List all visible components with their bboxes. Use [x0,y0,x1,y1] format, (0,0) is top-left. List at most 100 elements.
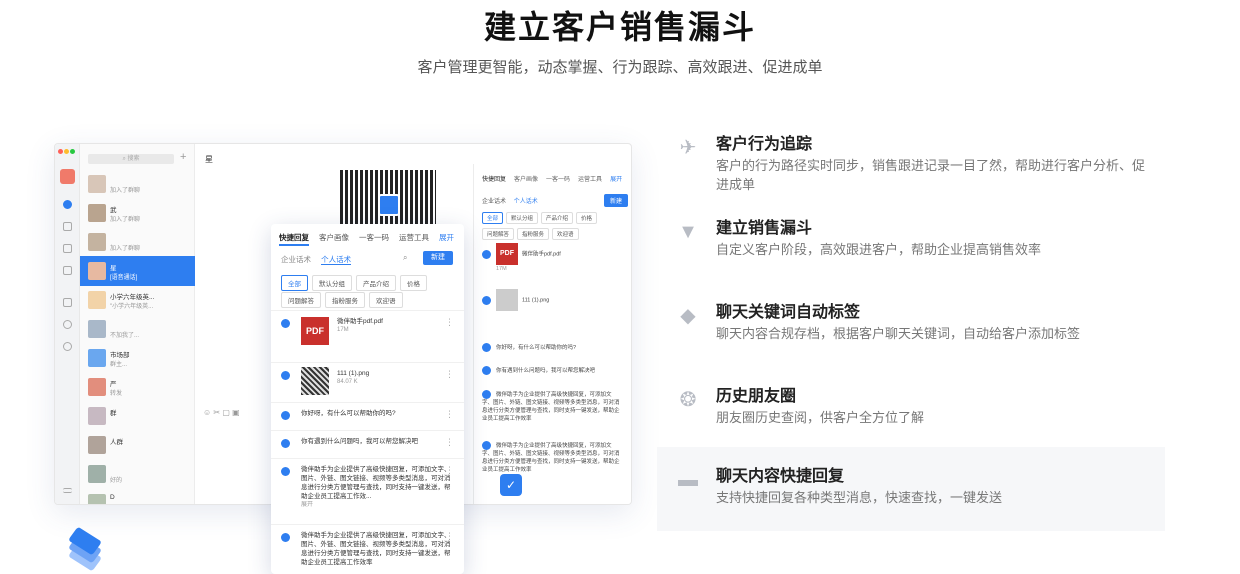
more-icon[interactable]: ⋮ [445,465,454,476]
search-input[interactable]: ⌕ 搜索 [88,154,174,164]
filter-chip[interactable]: 产品介绍 [541,212,574,224]
conversation-name: 人群 [110,439,123,446]
send-icon[interactable] [281,371,290,380]
popup-tab[interactable]: 运营工具 [399,233,429,242]
side-message[interactable]: PDF 微伴助手pdf.pdf 17M [482,243,622,273]
side-message[interactable]: 你好呀，有什么可以帮助你的吗? [482,343,622,352]
popup-tab[interactable]: 一客一码 [359,233,389,242]
filter-chip[interactable]: 默认分组 [312,275,352,291]
conversation-row[interactable]: 星 [语音通话] [80,256,195,286]
quick-reply-badge-icon[interactable]: ✓ [500,474,522,496]
side-tab[interactable]: 运营工具 [578,177,602,183]
filter-chip[interactable]: 欢迎语 [552,228,579,240]
conversation-name: 小学六年级英... [110,294,155,301]
input-toolbar[interactable]: ☺ ✂ ▢ ▣ [203,408,240,417]
more-icon[interactable]: ⋮ [445,317,454,328]
send-icon[interactable] [482,343,491,352]
window-controls[interactable] [58,149,76,156]
tab-company-scripts[interactable]: 企业话术 [281,255,311,264]
filter-chip[interactable]: 问题解答 [482,228,515,240]
conversation-row[interactable]: 人群 [80,430,195,460]
send-icon[interactable] [281,533,290,542]
filter-chip[interactable]: 全部 [281,275,308,291]
send-icon[interactable] [482,441,491,450]
mail-icon[interactable] [63,298,72,307]
filter-chip[interactable]: 指粉服务 [325,292,365,308]
send-icon[interactable] [281,411,290,420]
apps-icon[interactable] [63,266,72,275]
side-tab[interactable]: 快捷回复 [482,177,506,183]
menu-icon[interactable] [63,488,72,493]
send-icon[interactable] [482,295,491,305]
send-icon[interactable] [482,249,491,259]
conversation-row[interactable]: 加入了群聊 [80,227,195,257]
popup-tab[interactable]: 客户画像 [319,233,349,242]
popup-tab[interactable]: 展开 [439,233,454,242]
conversation-row[interactable]: 好的 [80,459,195,489]
more-icon[interactable]: ⋮ [445,369,454,380]
send-icon[interactable] [281,439,290,448]
settings-icon[interactable] [63,320,72,329]
new-button[interactable]: 新建 [423,251,453,265]
conversation-row[interactable]: 小学六年级英... "小学六年级英... [80,285,195,315]
conversation-row[interactable]: 不加我了... [80,314,195,344]
reply-item[interactable]: 你好呀，有什么可以帮助你的吗? ⋮ [271,402,464,430]
send-icon[interactable] [281,467,290,476]
tab-personal-scripts[interactable]: 个人话术 [514,199,538,205]
avatar [88,233,106,251]
side-message[interactable]: 你有遇到什么问题吗，我可以帮您解决吧 [482,366,622,375]
side-message[interactable]: 微伴助手为企业提供了高级快捷回复，可添加文字、图片、外链、图文链接、视频等多类型… [482,441,622,474]
reply-item[interactable]: PDF 微伴助手pdf.pdf 17M ⋮ [271,310,464,362]
reply-item[interactable]: 111 (1).png 84.07 K ⋮ [271,362,464,402]
filter-chip[interactable]: 欢迎语 [369,292,403,308]
reply-item[interactable]: 你有遇到什么问题吗，我可以帮您解决吧 ⋮ [271,430,464,458]
filter-chip[interactable]: 价格 [400,275,427,291]
reply-title: 微伴助手pdf.pdf [337,318,383,325]
search-icon[interactable]: ⌕ [403,253,407,263]
conversation-row[interactable]: 市场部 群主... [80,343,195,373]
contacts-icon[interactable] [63,222,72,231]
filter-chip[interactable]: 价格 [576,212,598,224]
send-icon[interactable] [482,366,491,375]
cloud-icon[interactable] [63,342,72,351]
conversation-row[interactable]: 群 [80,401,195,431]
send-icon[interactable] [482,390,491,399]
reply-meta: 84.07 K [337,379,358,385]
more-icon[interactable]: ⋮ [445,409,454,420]
side-tab[interactable]: 客户画像 [514,177,538,183]
more-icon[interactable]: ⋮ [445,437,454,448]
filter-chip[interactable]: 全部 [482,212,504,224]
funnel-icon: ▼ [678,221,698,243]
add-button[interactable]: + [180,151,186,163]
feature-description: 支持快捷回复各种类型消息，快速查找，一键发送 [716,490,1003,505]
pdf-file-icon: PDF [301,317,329,345]
send-icon[interactable] [281,319,290,328]
tab-personal-scripts[interactable]: 个人话术 [321,255,352,265]
conversation-row[interactable]: 严 转发 [80,372,195,402]
filter-chip[interactable]: 产品介绍 [356,275,396,291]
conversation-preview: 转发 [110,391,123,397]
filter-chip[interactable]: 默认分组 [506,212,539,224]
side-tab[interactable]: 展开 [610,177,622,183]
popup-tab[interactable]: 快捷回复 [279,233,309,246]
filter-chip[interactable]: 指粉服务 [517,228,550,240]
side-message[interactable]: 微伴助手为企业提供了高级快捷回复，可添加文字、图片、外链、图文链接、视频等多类型… [482,390,622,423]
feature-title: 历史朋友圈 [716,388,797,405]
conversation-row[interactable]: 加入了群聊 [80,169,195,199]
side-new-button[interactable]: 新建 [603,194,628,207]
conversation-row[interactable]: 武 加入了群聊 [80,198,195,228]
filter-chip[interactable]: 问题解答 [281,292,321,308]
popup-tabs: 快捷回复 客户画像 一客一码 运营工具 展开 [279,232,464,246]
tab-company-scripts[interactable]: 企业话术 [482,199,506,205]
side-message[interactable]: 111 (1).png [482,289,622,311]
side-tab[interactable]: 一客一码 [546,177,570,183]
reply-title: 111 (1).png [337,370,370,377]
chat-icon[interactable] [63,200,72,209]
reply-item[interactable]: 微伴助手为企业提供了高级快捷回复，可添加文字、图片、外链、图文链接、视频等多类型… [271,458,464,524]
calendar-icon[interactable] [63,244,72,253]
conversation-row[interactable]: D [80,488,195,504]
tag-icon: ◆ [680,305,696,327]
more-icon[interactable]: ⋮ [445,531,454,542]
avatar[interactable] [60,169,75,184]
reply-item[interactable]: 微伴助手为企业提供了高级快捷回复，可添加文字、图片、外链、图文链接、视频等多类型… [271,524,464,574]
